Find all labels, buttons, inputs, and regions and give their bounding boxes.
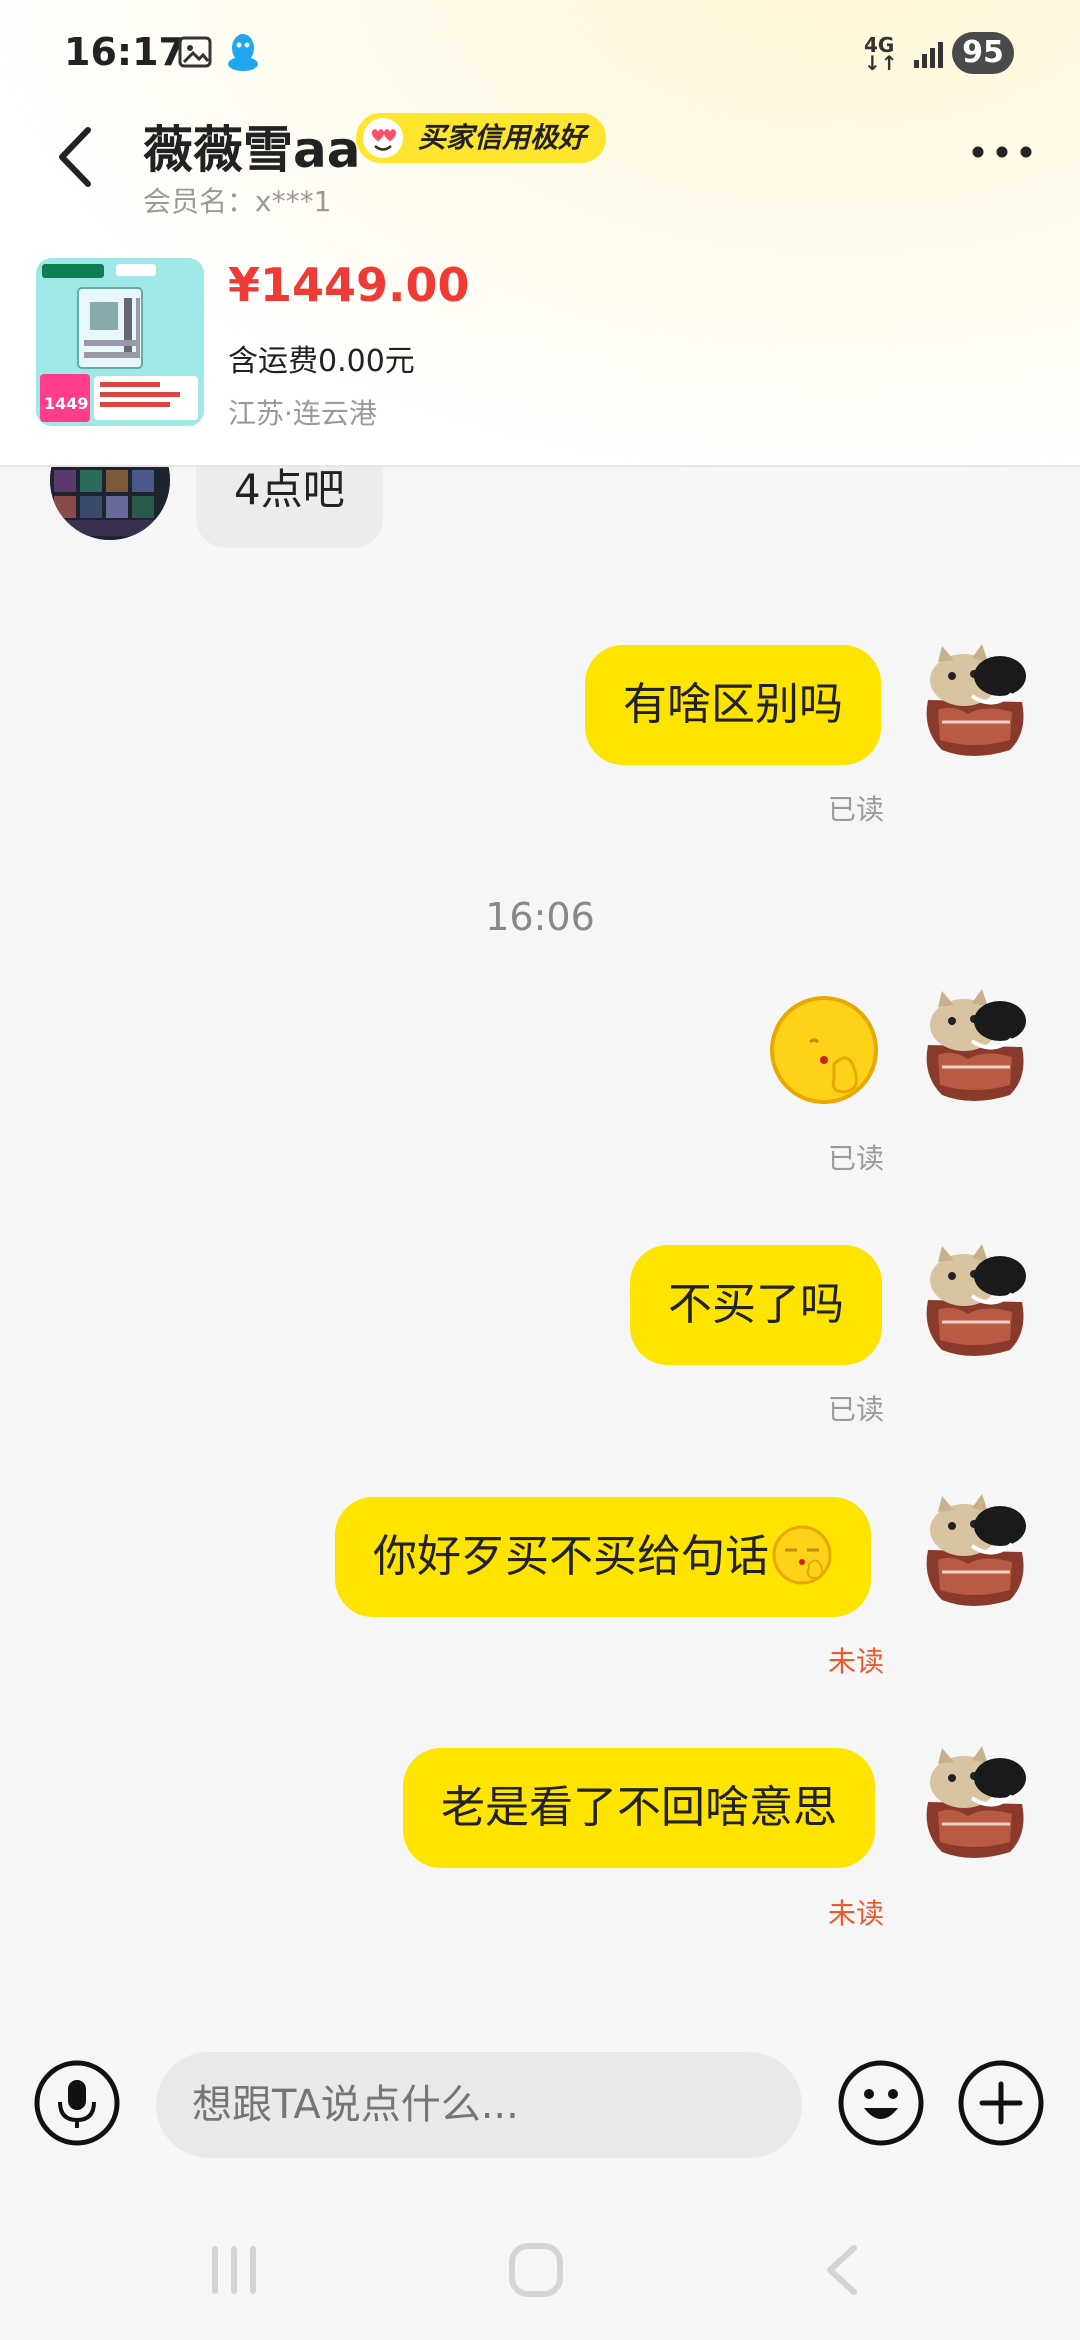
- header-panel: 16:17 4G ↓↑ 95 薇薇雪aa 买家信用极好 会员名：x***1 14…: [0, 0, 1080, 467]
- message-text: 你好歹买不买给句话: [373, 1531, 769, 1582]
- shy-emoji-icon: [772, 1525, 832, 1585]
- read-status: 已读: [827, 793, 884, 826]
- my-avatar[interactable]: [912, 1490, 1036, 1614]
- member-name: 会员名：x***1: [143, 185, 332, 218]
- shipping-fee: 含运费0.00元: [228, 344, 415, 379]
- thumbnail-price-tag: 1449: [44, 394, 89, 413]
- time-separator: 16:06: [485, 895, 595, 939]
- message-input[interactable]: [156, 2052, 802, 2158]
- product-location: 江苏·连云港: [228, 397, 377, 430]
- nav-back-icon[interactable]: [812, 2240, 872, 2300]
- outgoing-message-bubble[interactable]: 有啥区别吗: [585, 645, 881, 765]
- recent-apps-icon[interactable]: [204, 2240, 264, 2300]
- read-status: 已读: [827, 1142, 884, 1175]
- qq-icon: [228, 34, 258, 71]
- credit-badge[interactable]: 买家信用极好: [356, 113, 607, 163]
- credit-badge-label: 买家信用极好: [418, 121, 587, 154]
- emoji-icon[interactable]: [838, 2060, 924, 2146]
- more-icon[interactable]: [970, 140, 1034, 164]
- my-avatar[interactable]: [912, 1742, 1036, 1866]
- product-thumbnail[interactable]: 1449: [36, 258, 204, 426]
- status-time: 16:17: [64, 30, 185, 74]
- signal-icon: [914, 42, 943, 68]
- home-icon[interactable]: [506, 2240, 566, 2300]
- my-avatar[interactable]: [912, 985, 1036, 1109]
- contact-nickname[interactable]: 薇薇雪aa: [143, 110, 360, 182]
- unread-status: 未读: [827, 1645, 884, 1678]
- plus-icon[interactable]: [958, 2060, 1044, 2146]
- read-status: 已读: [827, 1393, 884, 1426]
- network-type: 4G ↓↑: [864, 33, 898, 75]
- blowing-kiss-emoji[interactable]: [768, 994, 880, 1106]
- outgoing-message-bubble[interactable]: 老是看了不回啥意思: [403, 1748, 875, 1868]
- outgoing-message-bubble[interactable]: 你好歹买不买给句话: [335, 1497, 871, 1617]
- product-price: ¥1449.00: [228, 258, 470, 312]
- screenshot-icon: [178, 36, 212, 68]
- my-avatar[interactable]: [912, 1240, 1036, 1364]
- outgoing-message-bubble[interactable]: 不买了吗: [630, 1245, 882, 1365]
- back-icon[interactable]: [50, 122, 100, 192]
- heart-eyes-icon: [363, 118, 403, 158]
- battery-level: 95: [952, 32, 1014, 74]
- mic-icon[interactable]: [34, 2060, 120, 2146]
- unread-status: 未读: [827, 1897, 884, 1930]
- my-avatar[interactable]: [912, 640, 1036, 764]
